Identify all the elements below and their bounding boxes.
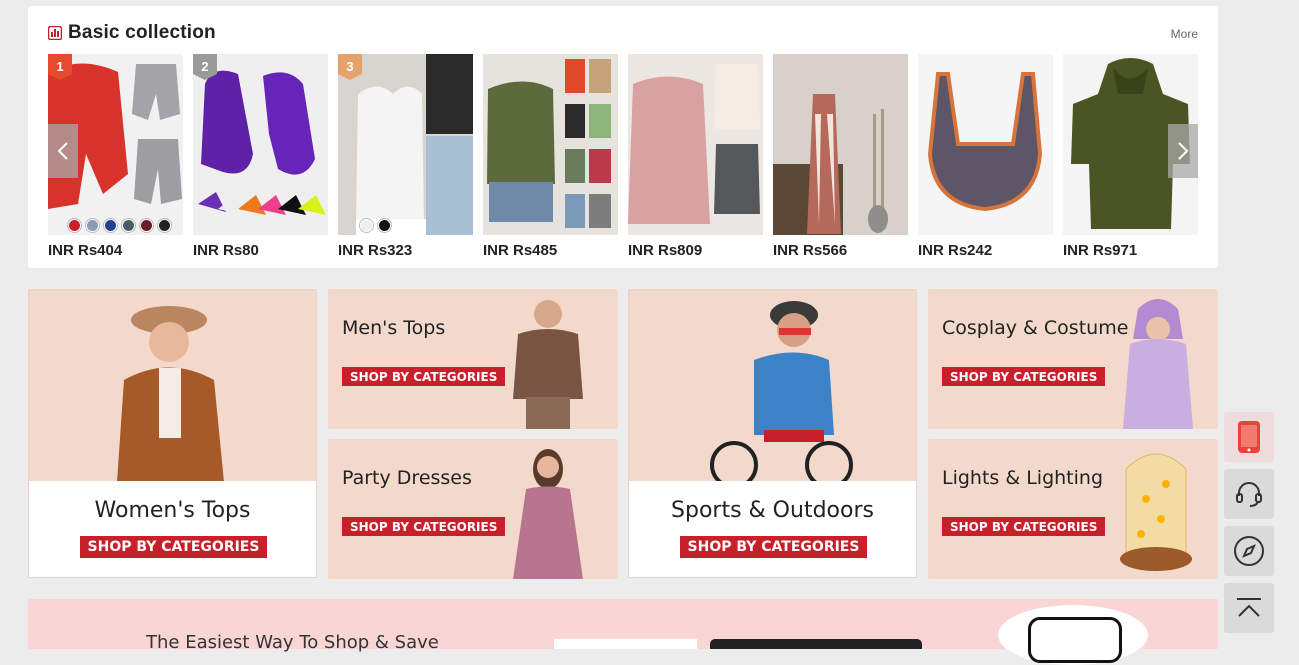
product-price: INR Rs323: [338, 242, 413, 259]
product-card[interactable]: 3 INR Rs323: [338, 54, 473, 259]
product-image[interactable]: 3: [338, 54, 473, 235]
product-price: INR Rs485: [483, 242, 558, 259]
banner-title: Sports & Outdoors: [671, 498, 874, 523]
swatch[interactable]: [68, 219, 81, 232]
shop-by-categories-button[interactable]: SHOP BY CATEGORIES: [80, 536, 267, 558]
banner-lights-lighting[interactable]: Lights & Lighting SHOP BY CATEGORIES: [928, 439, 1218, 579]
banner-title: Women's Tops: [94, 498, 251, 523]
banner-mens-tops[interactable]: Men's Tops SHOP BY CATEGORIES: [328, 289, 618, 429]
shop-by-categories-button[interactable]: SHOP BY CATEGORIES: [942, 517, 1106, 536]
app-download-button[interactable]: [1224, 412, 1274, 462]
rank-badge: 2: [193, 54, 217, 80]
swatch[interactable]: [122, 219, 135, 232]
product-image[interactable]: 2: [193, 54, 328, 235]
explore-button[interactable]: [1224, 526, 1274, 576]
swatch[interactable]: [360, 219, 373, 232]
banner-party-dresses[interactable]: Party Dresses SHOP BY CATEGORIES: [328, 439, 618, 579]
carousel-next-button[interactable]: [1168, 124, 1198, 178]
product-price: INR Rs404: [48, 242, 123, 259]
color-swatches: [360, 219, 391, 232]
headset-icon: [1236, 482, 1262, 507]
swatch[interactable]: [140, 219, 153, 232]
banner-image: [513, 300, 583, 429]
shop-by-categories-button[interactable]: SHOP BY CATEGORIES: [342, 517, 506, 536]
banner-image: [710, 301, 853, 482]
basic-collection-panel: Basic collection More 1 INR Rs404 2 INR …: [28, 6, 1218, 268]
more-link[interactable]: More: [1171, 27, 1198, 41]
chevron-left-icon: [57, 142, 68, 160]
banner-title: Cosplay & Costume: [942, 317, 1129, 339]
shop-by-categories-button[interactable]: SHOP BY CATEGORIES: [342, 367, 506, 386]
product-price: INR Rs80: [193, 242, 259, 259]
banner-cosplay-costume[interactable]: Cosplay & Costume SHOP BY CATEGORIES: [928, 289, 1218, 429]
product-card[interactable]: INR Rs242: [918, 54, 1053, 259]
product-price: INR Rs971: [1063, 242, 1138, 259]
shop-by-categories-button[interactable]: SHOP BY CATEGORIES: [680, 536, 867, 558]
collection-title: Basic collection: [68, 22, 216, 43]
chart-icon: [48, 26, 62, 40]
promo-input: [554, 639, 697, 649]
compass-icon: [1234, 536, 1264, 566]
swatch[interactable]: [86, 219, 99, 232]
banner-image: [117, 306, 224, 482]
product-image[interactable]: [773, 54, 908, 235]
banner-image: [513, 449, 583, 579]
shop-by-categories-button[interactable]: SHOP BY CATEGORIES: [942, 367, 1106, 386]
swatch[interactable]: [104, 219, 117, 232]
product-carousel: 1 INR Rs404 2 INR Rs80 3 INR Rs323 INR R…: [48, 54, 1198, 264]
product-price: INR Rs566: [773, 242, 848, 259]
back-to-top-icon: [1237, 598, 1261, 617]
product-price: INR Rs242: [918, 242, 993, 259]
swatch[interactable]: [378, 219, 391, 232]
product-card[interactable]: INR Rs566: [773, 54, 908, 259]
product-card[interactable]: INR Rs485: [483, 54, 618, 259]
phone-mockup: [1028, 617, 1122, 663]
phone-icon: [1238, 421, 1260, 453]
product-card[interactable]: 2 INR Rs80: [193, 54, 328, 259]
swatch[interactable]: [158, 219, 171, 232]
banner-title: Men's Tops: [342, 317, 446, 339]
banner-title: Lights & Lighting: [942, 467, 1104, 489]
banner-womens-tops[interactable]: Women's Tops SHOP BY CATEGORIES: [28, 289, 317, 578]
product-price: INR Rs809: [628, 242, 703, 259]
collection-header: Basic collection: [48, 22, 216, 44]
promo-app-button[interactable]: [710, 639, 922, 649]
banner-image: [1120, 453, 1192, 571]
product-image[interactable]: [628, 54, 763, 235]
back-to-top-button[interactable]: [1224, 583, 1274, 633]
rank-badge: 1: [48, 54, 72, 80]
chevron-right-icon: [1178, 142, 1189, 160]
product-image[interactable]: [918, 54, 1053, 235]
app-promo-banner[interactable]: The Easiest Way To Shop & Save: [28, 599, 1218, 665]
banner-sports-outdoors[interactable]: Sports & Outdoors SHOP BY CATEGORIES: [628, 289, 917, 578]
color-swatches: [68, 219, 171, 232]
banner-title: Party Dresses: [342, 467, 472, 489]
rank-badge: 3: [338, 54, 362, 80]
banner-image: [1123, 299, 1193, 429]
customer-service-button[interactable]: [1224, 469, 1274, 519]
product-image[interactable]: [483, 54, 618, 235]
carousel-prev-button[interactable]: [48, 124, 78, 178]
product-card[interactable]: INR Rs809: [628, 54, 763, 259]
